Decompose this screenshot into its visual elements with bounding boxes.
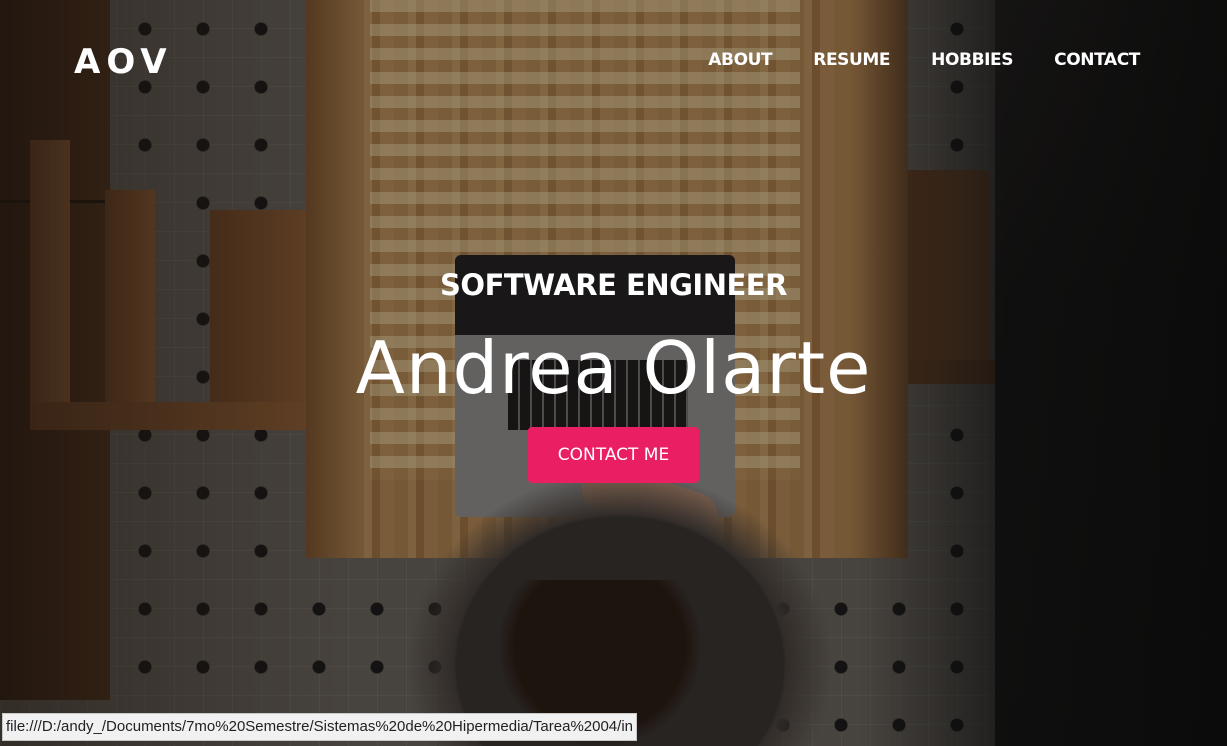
nav-contact[interactable]: CONTACT [1054,50,1140,76]
nav-about[interactable]: ABOUT [708,50,772,76]
hero-name: Andrea Olarte [355,326,872,410]
status-bar-url: file:///D:/andy_/Documents/7mo%20Semestr… [2,713,637,741]
hero-section: AOV ABOUT RESUME HOBBIES CONTACT SOFTWAR… [0,0,1227,746]
site-logo[interactable]: AOV [74,42,173,82]
contact-me-button[interactable]: CONTACT ME [528,427,699,483]
hero-kicker: SOFTWARE ENGINEER [440,268,787,302]
nav-resume[interactable]: RESUME [813,50,890,76]
main-nav: ABOUT RESUME HOBBIES CONTACT [700,50,1140,76]
nav-hobbies[interactable]: HOBBIES [931,50,1013,76]
